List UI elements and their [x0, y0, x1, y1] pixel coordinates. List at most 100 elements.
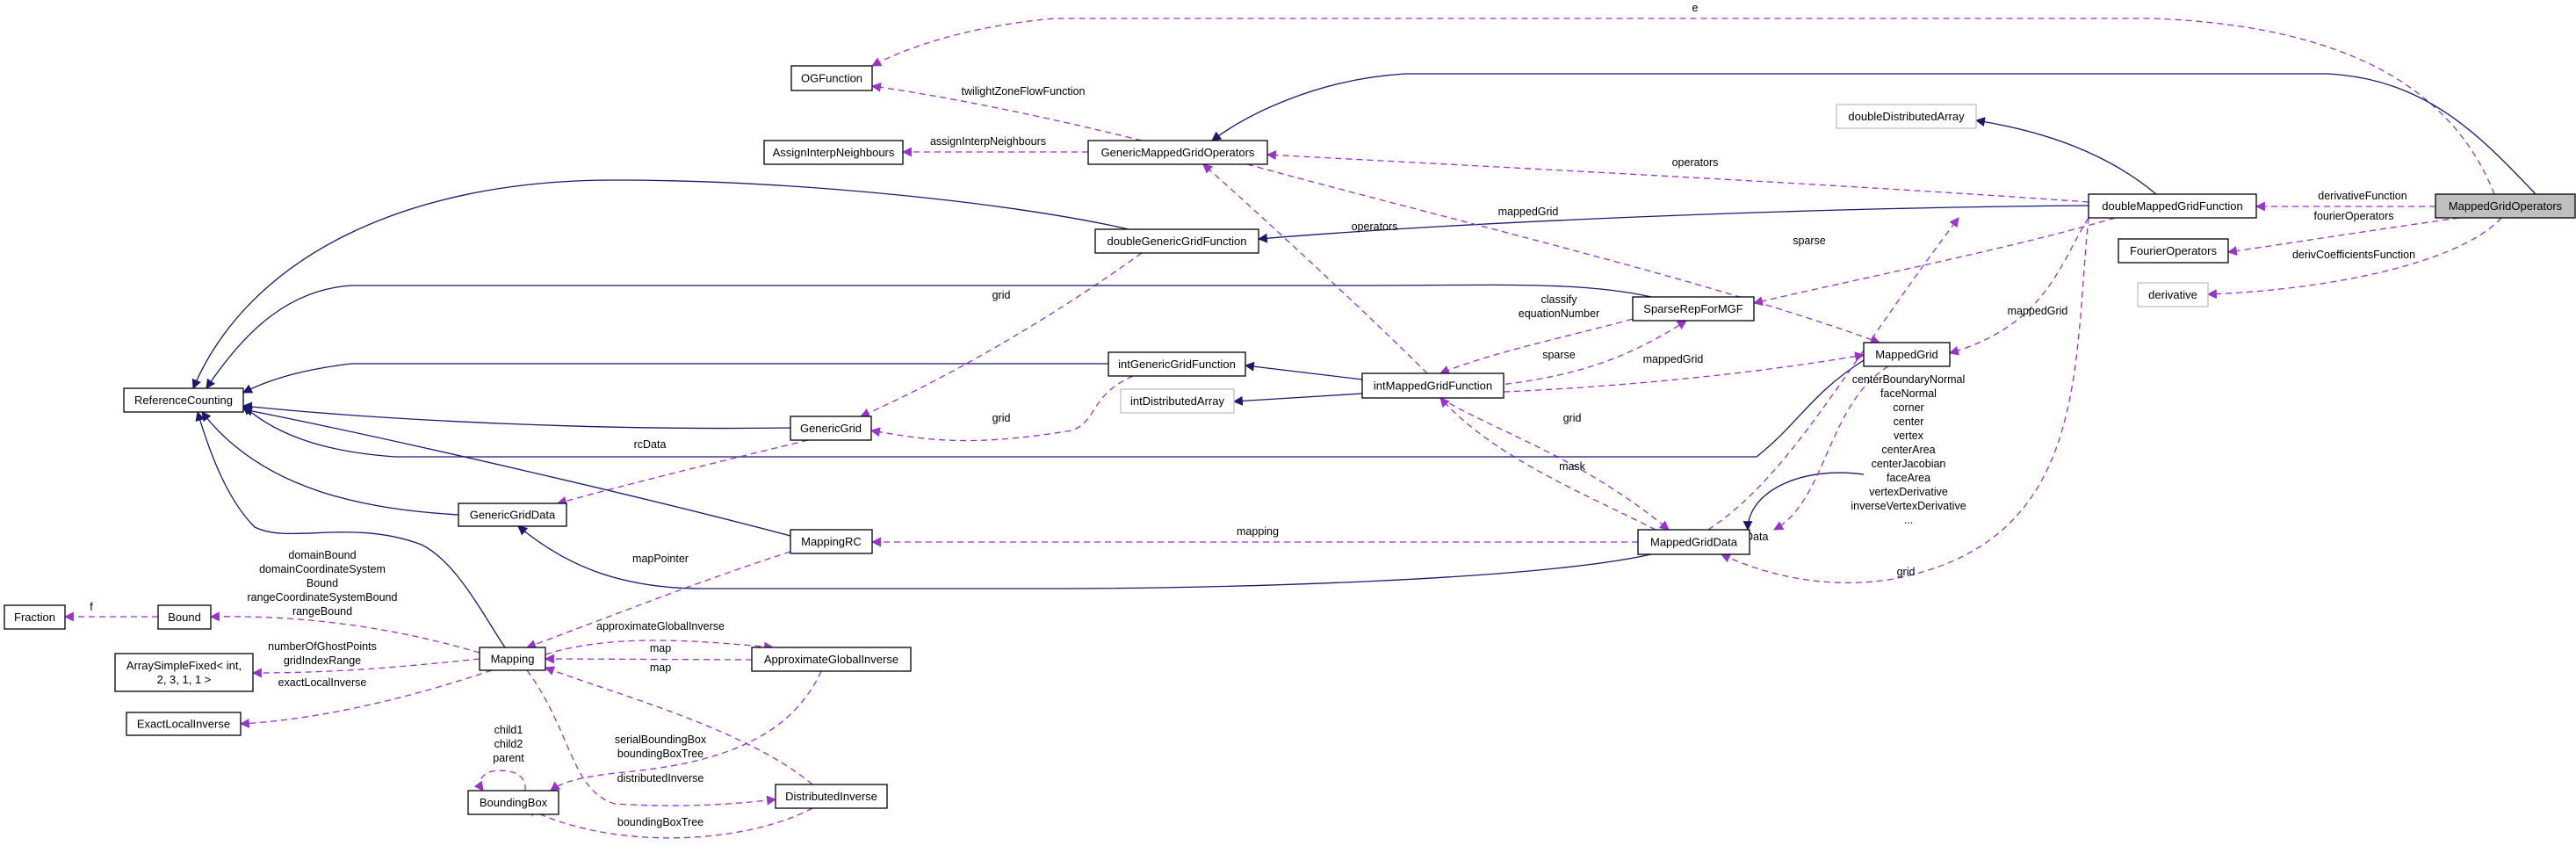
class-node-Mapping[interactable]: Mapping: [479, 647, 546, 671]
usage-edge-intMappedGridFunction-to-GenericMappedGridOperators: [1202, 163, 1428, 374]
edge-label-line: grid: [992, 412, 1011, 424]
class-node-Bound[interactable]: Bound: [157, 604, 212, 630]
usage-edge-intGenericGridFunction-to-GenericGrid: [869, 375, 1134, 442]
edge-label-line: vertexDerivative: [1869, 486, 1948, 498]
inheritance-edge-GenericGrid-to-ReferenceCounting: [242, 401, 791, 430]
edge-label-line: centerBoundaryNormal: [1852, 373, 1966, 386]
class-node-label: FourierOperators: [2130, 244, 2217, 257]
class-node-doubleDistributedArray[interactable]: doubleDistributedArray: [1836, 104, 1977, 129]
class-node-doubleMappedGridFunction[interactable]: doubleMappedGridFunction: [2088, 193, 2257, 219]
edge-label-line: map: [650, 661, 671, 674]
usage-edge-doubleMappedGridFunction-to-MappedGrid: [1948, 217, 2089, 356]
class-node-MappingRC[interactable]: MappingRC: [790, 529, 873, 554]
class-node-label-line: MappedGridOperators: [2449, 199, 2563, 213]
inheritance-edge-doubleGenericGridFunction-to-ReferenceCounting: [191, 179, 1129, 390]
edge-label-line: exactLocalInverse: [278, 676, 367, 689]
class-node-label-line: Bound: [168, 611, 201, 624]
edge-label-line: twilightZoneFlowFunction: [961, 85, 1085, 98]
class-node-label-line: OGFunction: [801, 72, 862, 85]
edge-labels-layer: e derivativeFunction fourierOperators deriv…: [90, 2, 2415, 828]
class-node-DistributedInverse[interactable]: DistributedInverse: [775, 784, 888, 809]
edge-label-line: centerArea: [1881, 444, 1935, 456]
class-node-label-line: Fraction: [14, 611, 55, 624]
class-node-ReferenceCounting[interactable]: ReferenceCounting: [123, 387, 244, 413]
edge-label-line: gridIndexRange: [284, 654, 361, 667]
edge-label-line: operators: [1352, 220, 1398, 233]
edge-label-line: grid: [1563, 412, 1582, 424]
usage-edge-GenericGrid-to-GenericGridData: [556, 439, 809, 506]
class-node-label: DistributedInverse: [785, 790, 877, 803]
class-node-label-line: doubleMappedGridFunction: [2102, 199, 2242, 213]
class-node-ExactLocalInverse[interactable]: ExactLocalInverse: [126, 712, 242, 736]
usage-edge-DistributedInverse-to-Mapping: [544, 666, 813, 785]
edge-label-line: serialBoundingBox: [615, 734, 707, 746]
class-node-Fraction[interactable]: Fraction: [4, 604, 66, 630]
class-node-label: AssignInterpNeighbours: [773, 146, 895, 159]
class-node-label: Fraction: [14, 611, 55, 624]
edge-label: grid: [1563, 412, 1582, 424]
class-node-MappedGridOperators[interactable]: MappedGridOperators: [2435, 193, 2576, 219]
edge-label: approximateGlobalInverse: [596, 620, 725, 633]
edge-label-line: mapping: [1237, 525, 1279, 538]
edge-label: boundingBoxTree: [617, 816, 704, 828]
class-node-label-line: 2, 3, 1, 1 >: [157, 673, 212, 686]
inheritance-edge-intGenericGridFunction-to-ReferenceCounting: [242, 363, 1108, 394]
edge-label: distributedInverse: [617, 772, 704, 784]
inheritance-edge-doubleMappedGridFunction-to-doubleDistributedArray: [1974, 117, 2157, 195]
class-node-SparseRepForMGF[interactable]: SparseRepForMGF: [1632, 296, 1755, 322]
edge-label-line: parent: [493, 752, 524, 764]
class-node-GenericMappedGridOperators[interactable]: GenericMappedGridOperators: [1087, 140, 1268, 165]
class-node-derivative[interactable]: derivative: [2137, 282, 2209, 307]
edge-label: assignInterpNeighbours: [930, 135, 1046, 148]
class-node-GenericGridData[interactable]: GenericGridData: [458, 502, 567, 527]
edge-label: classify equationNumber: [1519, 293, 1599, 320]
edge-label-line: approximateGlobalInverse: [596, 620, 725, 633]
edge-label-line: rangeCoordinateSystemBound: [248, 591, 398, 604]
class-node-GenericGrid[interactable]: GenericGrid: [790, 416, 872, 441]
class-node-label-line: DistributedInverse: [785, 790, 877, 803]
class-node-MappedGridData[interactable]: MappedGridData: [1637, 529, 1750, 555]
edge-label-line: boundingBoxTree: [617, 816, 704, 828]
class-node-label: Mapping: [491, 653, 535, 666]
class-node-doubleGenericGridFunction[interactable]: doubleGenericGridFunction: [1094, 228, 1259, 254]
usage-edge-MappedGridData-to-intMappedGridFunction: [1440, 397, 1656, 531]
edge-label-line: assignInterpNeighbours: [930, 135, 1046, 148]
class-node-OGFunction[interactable]: OGFunction: [790, 65, 873, 91]
class-node-label-line: FourierOperators: [2130, 244, 2217, 257]
class-node-FourierOperators[interactable]: FourierOperators: [2118, 238, 2229, 264]
class-node-label: ExactLocalInverse: [137, 718, 230, 731]
class-node-BoundingBox[interactable]: BoundingBox: [467, 790, 559, 815]
usage-edge-doubleMappedGridFunction-to-MappedGridData: [1721, 217, 2089, 584]
class-node-label-line: ExactLocalInverse: [137, 718, 230, 731]
usage-edge-MappedGridOperators-to-FourierOperators: [2226, 217, 2460, 257]
edge-label: operators: [1352, 220, 1398, 233]
edge-label: sparse: [1793, 235, 1826, 247]
usage-edge-doubleGenericGridFunction-to-GenericGrid: [859, 252, 1143, 418]
class-node-intDistributedArray[interactable]: intDistributedArray: [1120, 388, 1235, 414]
edge-label: map: [650, 661, 671, 674]
class-node-label: MappingRC: [801, 535, 862, 548]
edge-label: mapPointer: [632, 553, 689, 565]
class-node-label: intMappedGridFunction: [1374, 380, 1492, 393]
edge-label-line: ...: [1904, 514, 1913, 526]
class-node-AssignInterpNeighbours[interactable]: AssignInterpNeighbours: [763, 140, 904, 165]
class-node-ApproximateGlobalInverse[interactable]: ApproximateGlobalInverse: [751, 647, 912, 672]
edge-label-line: sparse: [1542, 349, 1576, 361]
class-node-label-line: intMappedGridFunction: [1374, 380, 1492, 393]
edge-label-line: child2: [494, 738, 523, 750]
edge-label-line: grid: [992, 289, 1011, 301]
class-node-intGenericGridFunction[interactable]: intGenericGridFunction: [1108, 351, 1246, 377]
edge-label: mappedGrid: [2008, 305, 2068, 317]
class-node-intMappedGridFunction[interactable]: intMappedGridFunction: [1361, 372, 1504, 399]
class-node-label-line: MappedGridData: [1650, 536, 1738, 549]
class-node-label-line: BoundingBox: [480, 796, 548, 809]
class-node-MappedGrid[interactable]: MappedGrid: [1863, 342, 1951, 367]
edge-label-line: map: [650, 642, 671, 654]
class-node-ArraySimpleFixed[interactable]: ArraySimpleFixed< int, 2, 3, 1, 1 >: [114, 653, 254, 692]
class-node-label: ApproximateGlobalInverse: [764, 653, 898, 666]
class-node-label-line: GenericGrid: [800, 422, 862, 435]
edge-label-line: derivCoefficientsFunction: [2292, 249, 2415, 261]
class-node-label-line: MappedGrid: [1875, 348, 1938, 361]
inheritance-edge-intMappedGridFunction-to-intDistributedArray: [1232, 393, 1363, 406]
class-node-label-line: Mapping: [491, 653, 535, 666]
